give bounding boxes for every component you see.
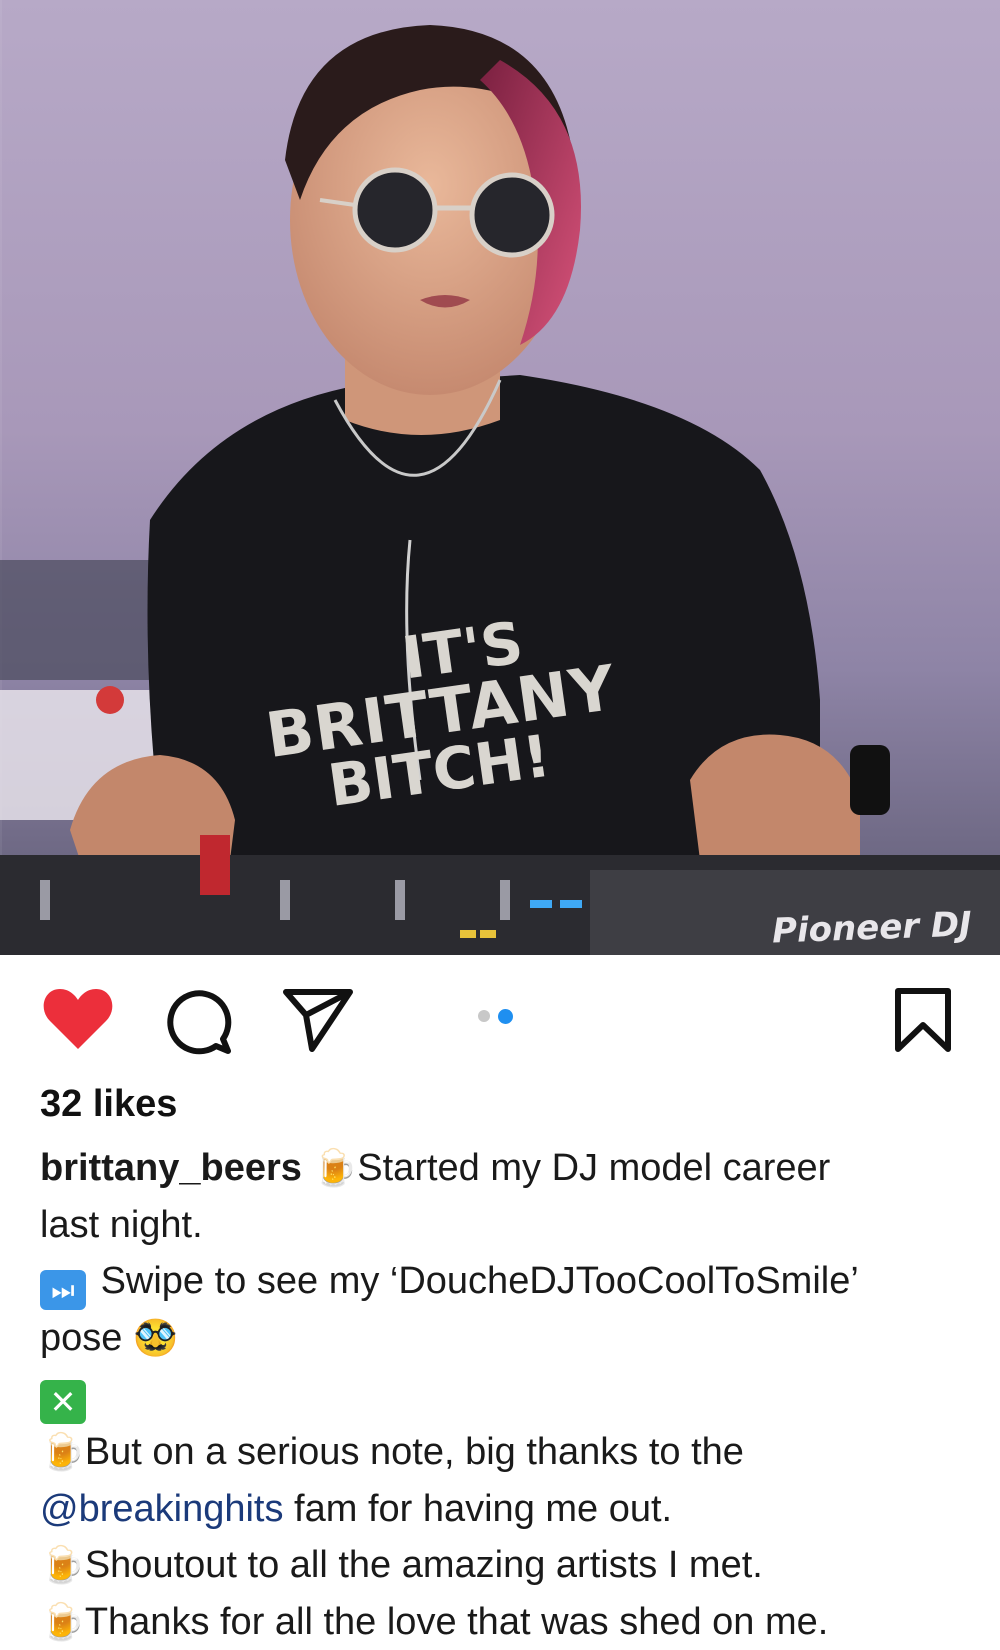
username-link[interactable]: brittany_beers (40, 1147, 302, 1189)
carousel-dot (478, 1010, 490, 1022)
beer-emoji: 🍺 (40, 1432, 85, 1473)
comment-button[interactable] (166, 987, 236, 1057)
caption-text: Started my DJ model career (357, 1147, 831, 1189)
caption-text: Shoutout to all the amazing artists I me… (84, 1544, 763, 1586)
caption-line: 🍺But on a serious note, big thanks to th… (40, 1424, 970, 1481)
caption-text: last night. (40, 1204, 203, 1246)
caption-text: Thanks for all the love that was shed on… (84, 1601, 829, 1643)
cross-mark-emoji: ✕ (40, 1380, 86, 1424)
caption-line: last night. (40, 1197, 970, 1253)
beer-emoji: 🍺 (312, 1148, 358, 1189)
likes-count[interactable]: 32 likes (40, 1083, 177, 1126)
share-button[interactable] (282, 987, 354, 1053)
photo-illustration (0, 25, 1000, 955)
pioneer-dj-logo: Pioneer DJ (771, 904, 973, 952)
caption-line: pose 🥸 (40, 1310, 970, 1367)
post-photo[interactable]: IT'S BRITTANY BITCH! Pioneer DJ (0, 0, 1000, 955)
comment-bubble-icon (167, 990, 232, 1055)
caption-line: brittany_beers 🍺Started my DJ model care… (40, 1140, 970, 1197)
caption-line: 🍺Shoutout to all the amazing artists I m… (40, 1537, 970, 1594)
save-button[interactable] (894, 987, 952, 1053)
paper-plane-icon (283, 989, 353, 1052)
caption-text: Swipe to see my ‘DoucheDJTooCoolToSmile’ (100, 1260, 859, 1302)
instagram-post: IT'S BRITTANY BITCH! Pioneer DJ 32 likes… (0, 0, 1000, 1650)
mention-link[interactable]: @breakinghits (40, 1488, 283, 1530)
carousel-dot-active (498, 1008, 513, 1024)
next-track-emoji: ⏭ (40, 1270, 86, 1310)
caption-text: pose (40, 1317, 123, 1359)
beer-emoji: 🍺 (40, 1545, 85, 1586)
caption-line: ⏭ Swipe to see my ‘DoucheDJTooCoolToSmil… (40, 1253, 970, 1310)
bookmark-icon (895, 988, 951, 1052)
caption-line: @breakinghits fam for having me out. (40, 1481, 970, 1537)
like-button[interactable] (42, 987, 114, 1051)
beer-emoji: 🍺 (40, 1602, 85, 1643)
heart-icon (43, 989, 113, 1049)
caption-line: ✕ (40, 1367, 970, 1424)
disguised-face-emoji: 🥸 (132, 1318, 178, 1359)
caption-line: 🍺Thanks for all the love that was shed o… (40, 1594, 970, 1650)
post-caption: brittany_beers 🍺Started my DJ model care… (40, 1140, 970, 1650)
carousel-indicator (478, 1008, 513, 1024)
post-action-bar (0, 955, 1000, 1065)
caption-text: But on a serious note, big thanks to the (84, 1431, 744, 1473)
caption-text: fam for having me out. (283, 1488, 673, 1530)
